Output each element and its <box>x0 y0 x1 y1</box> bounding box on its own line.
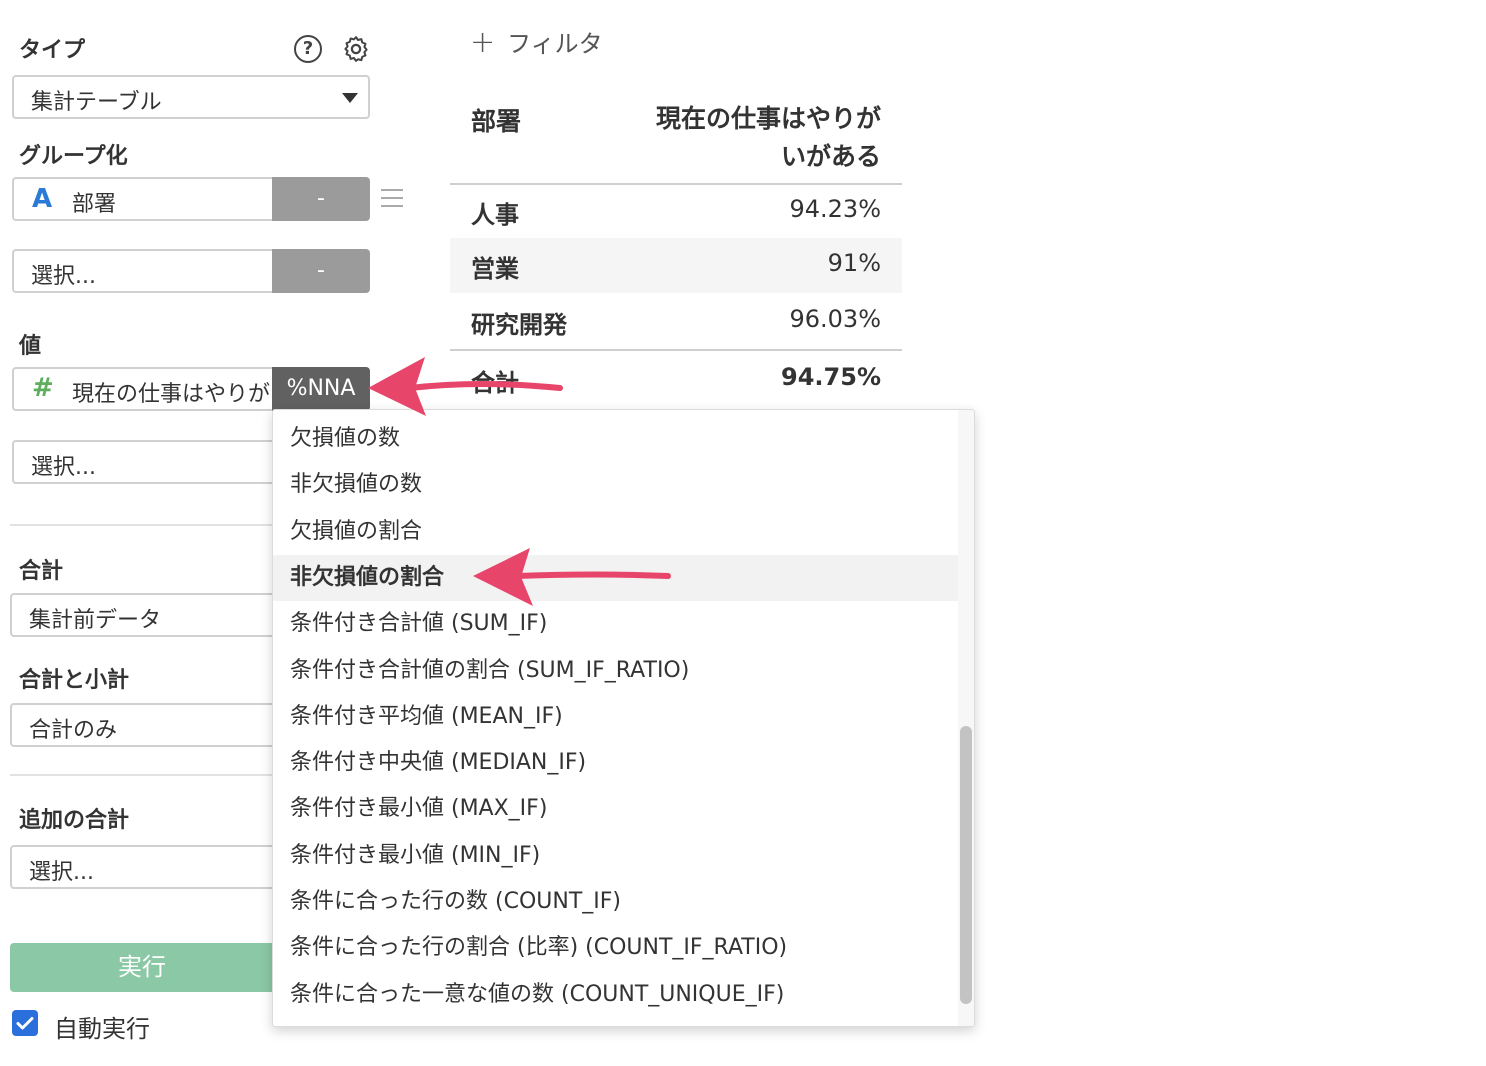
group-select-box[interactable]: 選択... <box>12 249 274 293</box>
value-select-box[interactable]: 選択... <box>12 440 274 484</box>
total-row-value: 94.75% <box>781 363 881 391</box>
dropdown-item[interactable]: 条件に合った行の割合 (比率) (COUNT_IF_RATIO) <box>273 925 961 971</box>
caret-down-icon <box>342 93 358 103</box>
total-label: 合計 <box>19 559 64 584</box>
dropdown-item[interactable]: 条件付き最小値 (MAX_IF) <box>273 786 961 832</box>
dropdown-item[interactable]: 条件付き最小値 (MIN_IF) <box>273 833 961 879</box>
table-row: 営業 91% <box>450 238 902 293</box>
table-header-value-line2: いがある <box>780 142 881 171</box>
plus-icon: + <box>470 25 496 60</box>
dropdown-item[interactable]: 条件に合った行の数 (COUNT_IF) <box>273 879 961 925</box>
aggregation-badge[interactable]: %NNA <box>272 367 370 411</box>
value-select-placeholder: 選択... <box>31 455 96 480</box>
total-select[interactable]: 集計前データ <box>10 593 274 637</box>
type-select[interactable]: 集計テーブル <box>12 75 370 119</box>
table-row: 研究開発 96.03% <box>450 293 902 349</box>
type-label: タイプ <box>19 38 86 63</box>
add-filter-button[interactable]: + フィルタ <box>470 24 603 60</box>
row-value: 91% <box>827 249 881 277</box>
value-field-box[interactable]: # 現在の仕事はやりが <box>12 367 274 411</box>
extra-total-placeholder: 選択... <box>29 860 94 885</box>
group-label: グループ化 <box>19 144 128 169</box>
row-value: 96.03% <box>789 305 881 333</box>
gear-icon[interactable] <box>341 34 371 64</box>
group-remove-button[interactable]: - <box>272 177 370 221</box>
divider <box>10 774 275 776</box>
dropdown-item[interactable]: 条件付き中央値 (MEDIAN_IF) <box>273 740 961 786</box>
table-header-value[interactable]: 現在の仕事はやりが いがある <box>590 100 881 176</box>
string-type-icon: A <box>32 184 53 214</box>
dropdown-item[interactable]: 条件に合った一意な値の数 (COUNT_UNIQUE_IF) <box>273 972 961 1018</box>
row-dept: 営業 <box>471 255 519 283</box>
row-dept: 研究開発 <box>471 311 567 339</box>
aggregation-dropdown: 欠損値の数 非欠損値の数 欠損値の割合 非欠損値の割合 条件付き合計値 (SUM_IF)… <box>272 409 975 1027</box>
table-header-value-line1: 現在の仕事はやりが <box>655 104 881 133</box>
auto-run-checkbox[interactable] <box>12 1010 38 1036</box>
row-value: 94.23% <box>789 195 881 223</box>
run-button[interactable]: 実行 <box>10 943 274 992</box>
value-label: 値 <box>19 334 42 359</box>
table-header-dept[interactable]: 部署 <box>471 102 521 138</box>
group-select-remove-button[interactable]: - <box>272 249 370 293</box>
number-type-icon: # <box>32 373 54 403</box>
table-row: 人事 94.23% <box>450 185 902 238</box>
group-field-name: 部署 <box>72 192 117 217</box>
drag-handle-icon[interactable] <box>381 189 403 207</box>
subtotal-select-value: 合計のみ <box>29 718 118 743</box>
dropdown-item[interactable]: 条件付き平均値 (MEAN_IF) <box>273 694 961 740</box>
checkmark-icon <box>16 1017 34 1030</box>
row-dept: 人事 <box>471 201 519 229</box>
annotation-arrow <box>368 357 563 416</box>
auto-run-label: 自動実行 <box>54 1015 150 1043</box>
type-select-value: 集計テーブル <box>31 90 162 115</box>
annotation-arrow <box>473 548 671 606</box>
group-select-placeholder: 選択... <box>31 264 96 289</box>
dropdown-item[interactable]: 条件付き合計値の割合 (SUM_IF_RATIO) <box>273 648 961 694</box>
divider <box>10 524 275 526</box>
group-field-box[interactable]: A 部署 <box>12 177 274 221</box>
help-icon[interactable]: ? <box>294 35 322 63</box>
subtotal-label: 合計と小計 <box>19 668 130 693</box>
dropdown-item[interactable]: 非欠損値の数 <box>273 462 961 508</box>
add-filter-label: フィルタ <box>507 30 603 58</box>
value-field-name: 現在の仕事はやりが <box>72 382 271 407</box>
total-select-value: 集計前データ <box>29 608 162 633</box>
scrollbar-thumb[interactable] <box>960 726 972 1004</box>
extra-total-select[interactable]: 選択... <box>10 845 274 889</box>
subtotal-select[interactable]: 合計のみ <box>10 703 274 747</box>
extra-total-label: 追加の合計 <box>19 808 130 833</box>
